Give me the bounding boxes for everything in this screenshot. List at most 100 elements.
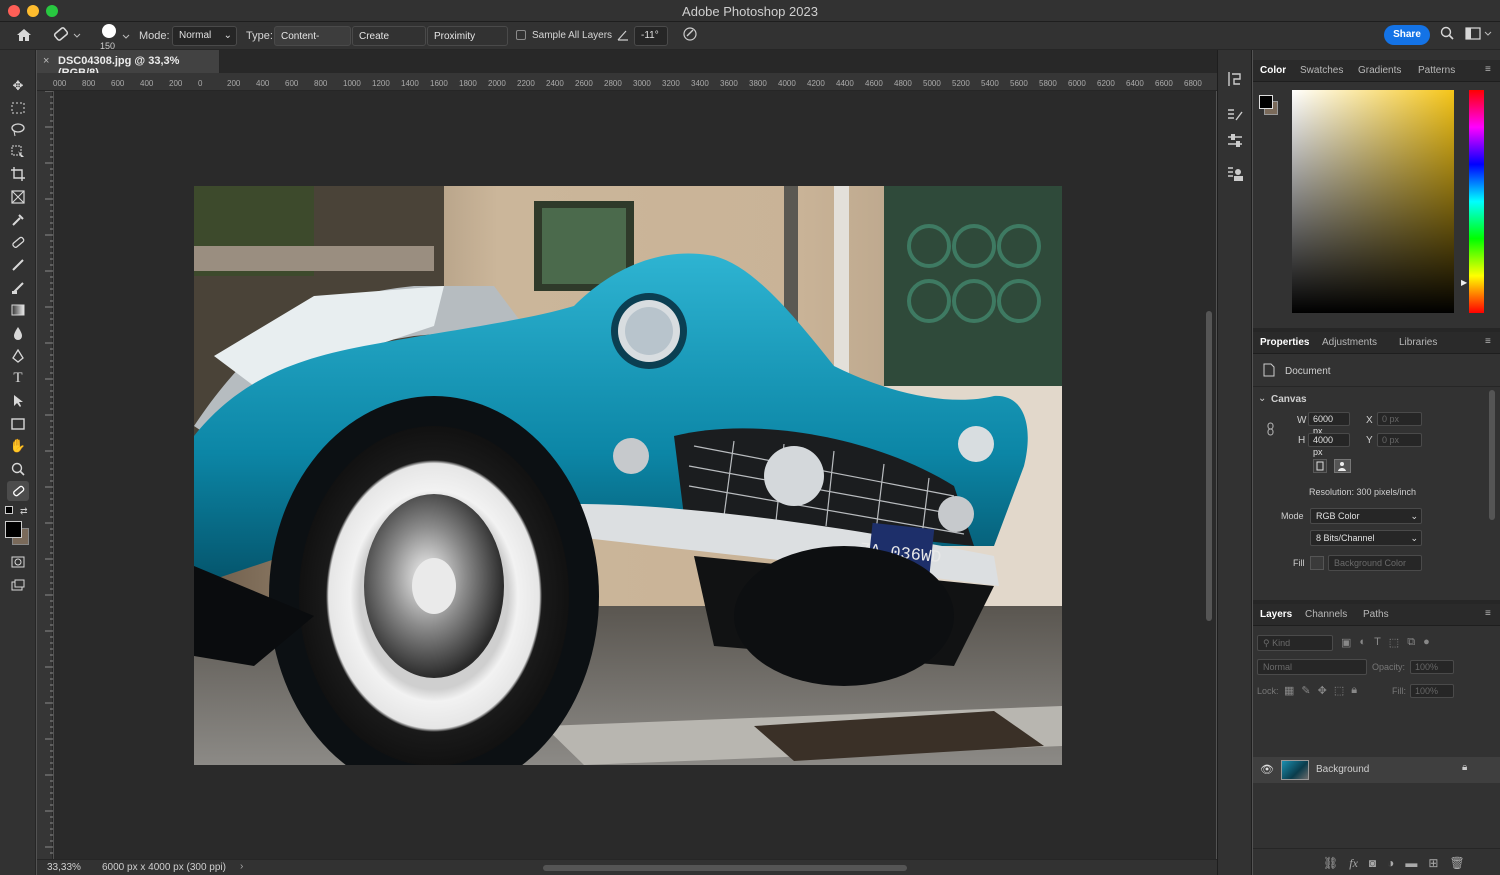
pen-tool-icon[interactable] (7, 346, 29, 366)
create-texture-button[interactable]: Create Texture (352, 26, 426, 62)
foreground-color-swatch[interactable] (5, 521, 22, 538)
landscape-orientation-icon[interactable] (1334, 459, 1351, 473)
shape-filter-icon[interactable]: ⬚ (1389, 636, 1399, 649)
vertical-scroll-thumb[interactable] (1206, 311, 1212, 621)
history-icon[interactable] (1226, 70, 1244, 91)
tab-libraries[interactable]: Libraries (1399, 336, 1437, 354)
width-input[interactable]: 6000 px (1308, 412, 1350, 436)
chevron-down-icon[interactable]: ⌄ (1258, 393, 1266, 404)
adjustments-icon[interactable] (1226, 132, 1244, 153)
workspace-icon[interactable] (1465, 27, 1493, 45)
foreground-color-chip[interactable] (1259, 95, 1273, 109)
crop-tool-icon[interactable] (7, 164, 29, 184)
close-tab-icon[interactable]: × (43, 55, 49, 67)
tab-swatches[interactable]: Swatches (1300, 64, 1343, 82)
tab-patterns[interactable]: Patterns (1418, 64, 1455, 82)
lock-transparency-icon[interactable]: ▦ (1284, 684, 1294, 697)
mode-select[interactable]: Normal ⌄ (172, 26, 237, 46)
tab-adjustments[interactable]: Adjustments (1322, 336, 1377, 354)
brush-settings-icon[interactable] (1226, 106, 1244, 127)
tab-properties[interactable]: Properties (1260, 336, 1309, 354)
new-group-icon[interactable]: ▬ (1405, 856, 1417, 871)
path-selection-tool-icon[interactable] (7, 391, 29, 411)
spot-healing-brush-tool-icon[interactable] (7, 481, 29, 501)
eyedropper-tool-icon[interactable] (7, 210, 29, 230)
portrait-orientation-icon[interactable] (1313, 459, 1327, 473)
rectangle-tool-icon[interactable] (7, 414, 29, 434)
image-filter-icon[interactable]: ▣ (1341, 636, 1351, 649)
angle-input[interactable]: -11° (634, 26, 668, 46)
bit-depth-select[interactable]: 8 Bits/Channel ⌄ (1310, 530, 1422, 546)
blur-tool-icon[interactable] (7, 323, 29, 343)
tab-gradients[interactable]: Gradients (1358, 64, 1401, 82)
frame-tool-icon[interactable] (7, 187, 29, 207)
type-tool-icon[interactable]: T (7, 368, 29, 388)
lock-artboard-icon[interactable]: ⬚ (1334, 684, 1344, 697)
document-tab[interactable]: × DSC04308.jpg @ 33,3% (RGB/8) (37, 50, 220, 79)
hue-pointer-icon[interactable]: ▶ (1461, 278, 1467, 287)
pressure-size-icon[interactable] (682, 26, 698, 44)
move-tool-icon[interactable]: ✥ (7, 76, 29, 96)
hue-slider[interactable] (1469, 90, 1484, 313)
fill-opacity-input[interactable]: 100% (1410, 684, 1454, 698)
panel-menu-icon[interactable]: ≡ (1485, 335, 1491, 353)
new-layer-icon[interactable]: ⊞ (1428, 856, 1438, 871)
zoom-level[interactable]: 33,33% (47, 862, 81, 873)
fill-color-chip[interactable] (1310, 556, 1324, 570)
layer-kind-filter[interactable]: ⚲ Kind (1257, 635, 1333, 651)
brush-tool-icon[interactable] (7, 255, 29, 275)
type-filter-icon[interactable]: T (1374, 636, 1381, 649)
lock-icon[interactable]: 🔒︎ (1462, 762, 1467, 773)
link-layers-icon[interactable]: ⛓︎ (1323, 856, 1338, 871)
chevron-right-icon[interactable]: › (240, 861, 243, 872)
panel-menu-icon[interactable]: ≡ (1485, 63, 1491, 81)
lock-position-icon[interactable]: ✥ (1318, 684, 1327, 697)
y-input[interactable]: 0 px (1377, 433, 1422, 447)
content-aware-button[interactable]: Content-Aware (274, 26, 351, 62)
healing-brush-tool-icon[interactable] (7, 232, 29, 252)
new-adjustment-layer-icon[interactable]: ◑ (1387, 856, 1394, 871)
blend-mode-select[interactable]: Normal (1257, 659, 1367, 675)
tab-layers[interactable]: Layers (1260, 608, 1292, 626)
swap-colors-icon[interactable]: ⇄ (20, 506, 28, 517)
adjustment-filter-icon[interactable]: ◐ (1359, 636, 1366, 649)
document-info[interactable]: 6000 px x 4000 px (300 ppi) (102, 862, 226, 873)
horizontal-scroll-thumb[interactable] (543, 865, 907, 871)
document-image[interactable]: ZA 036WD (194, 186, 1062, 765)
default-colors-icon[interactable] (5, 506, 13, 514)
search-icon[interactable] (1440, 26, 1454, 44)
link-icon[interactable] (1267, 422, 1275, 439)
layer-row[interactable]: 👁︎ Background 🔒︎ (1253, 757, 1500, 783)
layer-style-icon[interactable]: fx (1349, 856, 1358, 871)
zoom-tool-icon[interactable] (7, 459, 29, 479)
color-mode-select[interactable]: RGB Color ⌄ (1310, 508, 1422, 524)
panel-menu-icon[interactable]: ≡ (1485, 607, 1491, 625)
lock-image-icon[interactable]: ✎ (1301, 684, 1310, 697)
sample-all-layers-checkbox[interactable] (516, 30, 526, 40)
proximity-match-button[interactable]: Proximity Match (427, 26, 508, 62)
eye-icon[interactable]: 👁︎ (1260, 763, 1274, 776)
delete-layer-icon[interactable]: 🗑︎ (1449, 856, 1464, 871)
screen-mode-icon[interactable] (7, 575, 29, 595)
filter-toggle-icon[interactable]: ● (1423, 636, 1430, 649)
lasso-tool-icon[interactable] (7, 120, 29, 140)
tab-channels[interactable]: Channels (1305, 608, 1347, 626)
height-input[interactable]: 4000 px (1308, 433, 1350, 457)
smart-object-filter-icon[interactable]: ⧉ (1407, 636, 1415, 649)
brush-size-picker[interactable]: 150 (100, 22, 118, 51)
opacity-input[interactable]: 100% (1410, 660, 1454, 674)
clone-stamp-tool-icon[interactable] (7, 278, 29, 298)
x-input[interactable]: 0 px (1377, 412, 1422, 426)
hand-tool-icon[interactable]: ✋ (7, 436, 29, 456)
gradient-tool-icon[interactable] (7, 300, 29, 320)
quick-mask-icon[interactable] (7, 552, 29, 572)
add-mask-icon[interactable]: ◙ (1369, 856, 1376, 871)
chevron-down-icon[interactable] (122, 27, 130, 45)
home-icon[interactable] (15, 26, 33, 44)
spot-healing-brush-preset-icon[interactable] (52, 26, 82, 44)
marquee-tool-icon[interactable] (7, 98, 29, 118)
share-button[interactable]: Share (1384, 25, 1430, 45)
lock-all-icon[interactable]: 🔒︎ (1351, 684, 1357, 697)
clone-source-icon[interactable] (1226, 165, 1244, 186)
object-selection-tool-icon[interactable] (7, 142, 29, 162)
